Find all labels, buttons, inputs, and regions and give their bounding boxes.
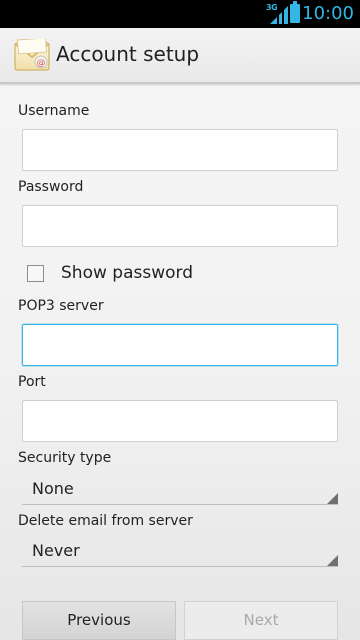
svg-text:@: @ <box>37 59 46 69</box>
signal-strength-icon <box>270 6 288 24</box>
show-password-checkbox[interactable] <box>27 265 44 282</box>
previous-button[interactable]: Previous <box>22 601 176 640</box>
security-type-spinner[interactable]: None <box>22 477 338 505</box>
clock: 10:00 <box>302 3 354 24</box>
page-title: Account setup <box>56 42 200 66</box>
password-field[interactable] <box>22 205 338 247</box>
username-label: Username <box>18 103 90 119</box>
next-button[interactable]: Next <box>184 601 338 640</box>
security-type-value: None <box>32 479 74 498</box>
pop3-server-label: POP3 server <box>18 298 104 314</box>
delete-email-spinner[interactable]: Never <box>22 539 338 567</box>
show-password-label[interactable]: Show password <box>61 263 193 283</box>
delete-email-value: Never <box>32 541 80 560</box>
dropdown-arrow-icon <box>327 493 338 504</box>
username-field[interactable] <box>22 129 338 171</box>
port-field[interactable] <box>22 400 338 442</box>
delete-email-label: Delete email from server <box>18 513 193 529</box>
port-label: Port <box>18 374 46 390</box>
dropdown-arrow-icon <box>327 555 338 566</box>
status-bar: 3G 10:00 <box>0 0 360 28</box>
security-type-label: Security type <box>18 450 112 466</box>
email-envelope-icon: @ <box>14 39 50 71</box>
password-label: Password <box>18 179 84 195</box>
pop3-server-field[interactable] <box>22 324 338 366</box>
battery-icon <box>290 1 300 23</box>
account-setup-screen: 3G 10:00 @ Account setup Username Passwo… <box>0 0 360 640</box>
action-bar: @ Account setup <box>0 28 360 84</box>
